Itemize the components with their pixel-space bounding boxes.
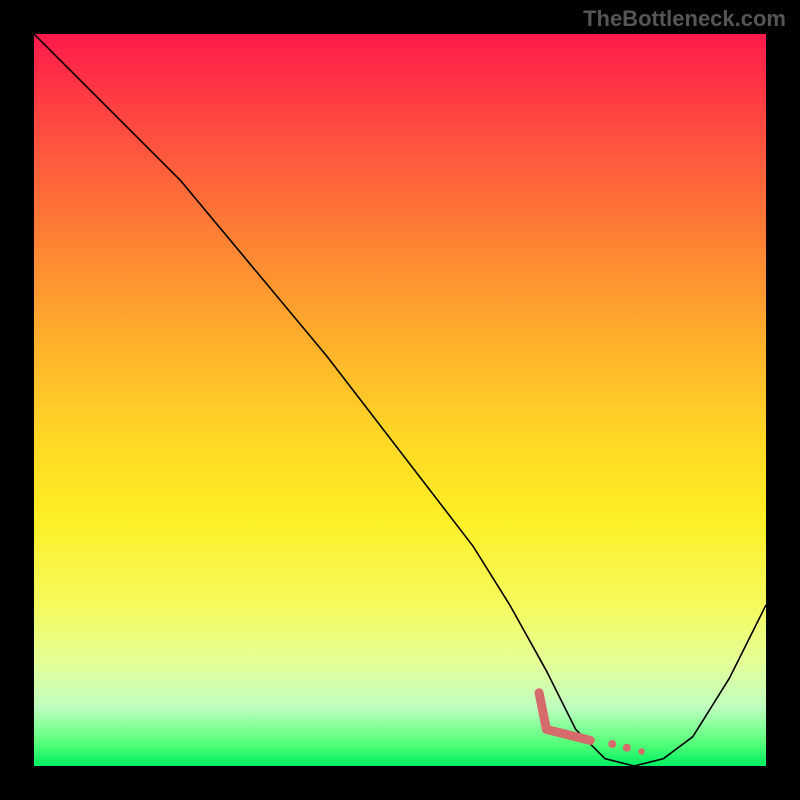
marker-dot — [638, 748, 644, 754]
bottleneck-curve — [34, 34, 766, 766]
plot-area — [34, 34, 766, 766]
attribution-label: TheBottleneck.com — [583, 6, 786, 32]
chart-frame: TheBottleneck.com — [0, 0, 800, 800]
marker-l-stroke — [539, 693, 590, 741]
marker-dot — [623, 744, 631, 752]
marker-dot — [608, 740, 616, 748]
plot-overlay — [34, 34, 766, 766]
